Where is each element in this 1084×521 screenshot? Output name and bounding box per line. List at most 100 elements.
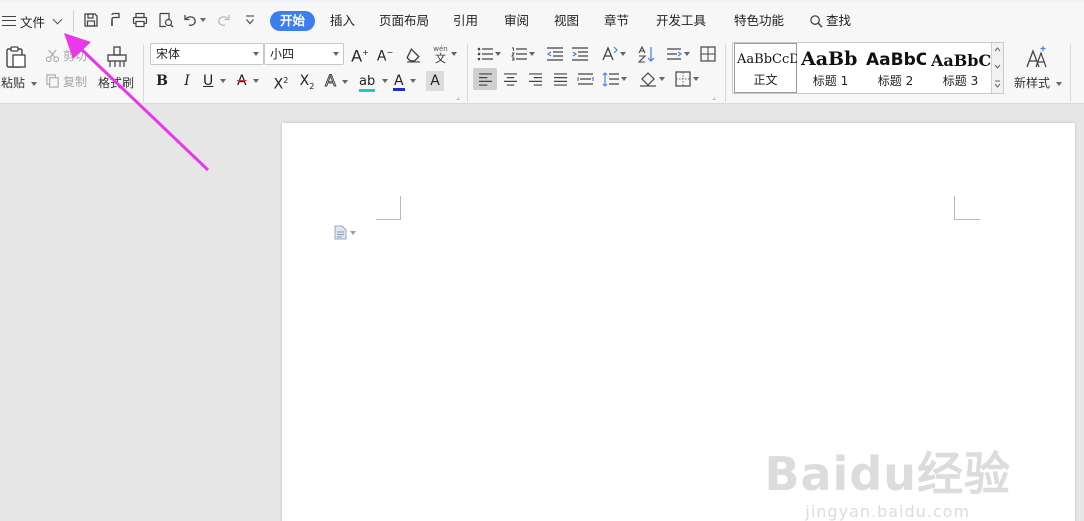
print-icon[interactable] xyxy=(131,11,149,29)
distributed-align-icon[interactable] xyxy=(575,68,595,90)
paragraph-dialog-launcher-icon[interactable]: ⌟ xyxy=(712,92,716,101)
style-preview: AaBbC xyxy=(931,51,991,70)
document-tag-icon xyxy=(334,225,347,240)
group-divider xyxy=(1070,44,1071,102)
superscript-button[interactable]: X2 xyxy=(271,71,291,93)
tab-page-layout[interactable]: 页面布局 xyxy=(379,11,429,31)
style-label: 标题 2 xyxy=(877,74,914,88)
font-dialog-launcher-icon[interactable]: ⌟ xyxy=(456,92,460,101)
menu-bar: 文件 开始 插入 页面布局 引用 审阅 视图 章节 开发工具 特色功能 查找 xyxy=(0,0,1084,40)
align-right-icon[interactable] xyxy=(525,68,545,90)
grow-font-button[interactable]: A+ xyxy=(351,43,369,66)
shading-dropdown-arrow xyxy=(659,77,665,81)
divider xyxy=(73,10,74,32)
file-menu-button[interactable]: 文件 xyxy=(2,9,63,33)
align-left-icon[interactable] xyxy=(473,68,497,90)
underline-glyph: U xyxy=(203,73,214,89)
font-color-dropdown-arrow xyxy=(410,79,417,83)
superscript-glyph: X xyxy=(273,76,284,93)
font-color-button[interactable]: A xyxy=(393,71,422,91)
style-heading-2[interactable]: AaBbC 标题 2 xyxy=(864,43,927,93)
paste-button[interactable]: 粘贴 xyxy=(1,74,37,91)
increase-indent-icon[interactable] xyxy=(571,44,589,64)
clear-format-icon[interactable] xyxy=(403,44,423,64)
font-size-value: 小四 xyxy=(270,47,295,61)
underline-button[interactable]: U xyxy=(203,71,231,91)
copy-label[interactable]: 复制 xyxy=(63,73,87,90)
file-menu-label: 文件 xyxy=(20,14,46,30)
tab-review[interactable]: 审阅 xyxy=(504,11,529,31)
tab-insert[interactable]: 插入 xyxy=(330,11,355,31)
format-painter-icon[interactable] xyxy=(104,44,130,70)
search-icon xyxy=(810,14,823,28)
shrink-font-glyph: A xyxy=(376,48,387,65)
print-preview-icon[interactable] xyxy=(157,11,175,29)
highlight-glyph: ab xyxy=(359,74,376,89)
shrink-font-button[interactable]: A− xyxy=(376,43,394,65)
character-shading-button[interactable]: A xyxy=(426,71,444,91)
style-heading-1[interactable]: AaBb 标题 1 xyxy=(799,43,862,93)
undo-button[interactable] xyxy=(182,11,210,29)
highlight-button[interactable]: ab xyxy=(359,71,389,92)
save-icon[interactable] xyxy=(82,11,100,29)
font-family-dropdown-arrow xyxy=(253,52,259,56)
tab-section[interactable]: 章节 xyxy=(604,11,629,31)
style-heading-3[interactable]: AaBbC 标题 3 xyxy=(929,43,992,93)
styles-scroll-buttons[interactable] xyxy=(991,43,1003,93)
chevron-down-icon xyxy=(52,14,63,24)
paragraph-tag-button[interactable] xyxy=(334,225,356,240)
text-effect-dropdown-arrow xyxy=(342,80,349,84)
phonetic-guide-button[interactable]: wén 文 xyxy=(430,43,460,65)
new-style-icon[interactable] xyxy=(1022,44,1052,70)
numbered-list-icon[interactable] xyxy=(509,44,537,64)
justify-icon[interactable] xyxy=(550,68,570,90)
style-label: 正文 xyxy=(753,73,778,87)
font-size-select[interactable]: 小四 xyxy=(264,43,344,65)
decrease-indent-icon[interactable] xyxy=(546,44,564,64)
shading-fill-icon[interactable] xyxy=(637,68,667,90)
align-center-icon[interactable] xyxy=(500,68,520,90)
grow-font-glyph: A xyxy=(351,46,363,66)
redo-icon[interactable] xyxy=(215,11,233,29)
underline-dropdown-arrow xyxy=(219,79,226,83)
table-grid-icon[interactable] xyxy=(698,44,718,64)
tab-special-features[interactable]: 特色功能 xyxy=(734,11,784,31)
tab-start[interactable]: 开始 xyxy=(270,11,316,31)
tab-references[interactable]: 引用 xyxy=(453,11,478,31)
copy-icon[interactable] xyxy=(44,72,60,88)
search-button[interactable]: 查找 xyxy=(809,11,851,31)
bold-button[interactable]: B xyxy=(153,71,171,91)
show-hide-marks-icon[interactable] xyxy=(664,44,692,64)
format-painter-label[interactable]: 格式刷 xyxy=(98,74,134,91)
bullet-list-icon[interactable] xyxy=(476,44,502,64)
watermark-url: jingyan.baidu.com xyxy=(805,502,971,521)
italic-button[interactable]: I xyxy=(178,71,196,91)
customize-quick-access-icon[interactable] xyxy=(241,11,259,29)
line-spacing-icon[interactable] xyxy=(600,68,628,90)
text-direction-icon[interactable] xyxy=(599,44,627,64)
highlight-dropdown-arrow xyxy=(381,79,388,83)
cut-label[interactable]: 剪切 xyxy=(63,47,87,64)
borders-icon[interactable] xyxy=(672,68,702,90)
cut-icon[interactable] xyxy=(44,47,60,63)
new-style-button[interactable]: 新样式 xyxy=(1014,74,1062,91)
style-normal[interactable]: AaBbCcDd 正文 xyxy=(734,43,797,93)
text-direction-dropdown-arrow xyxy=(620,52,626,56)
tag-dropdown-arrow xyxy=(350,230,356,235)
document-page[interactable]: Baidu经验 jingyan.baidu.com xyxy=(282,123,1075,521)
strikethrough-button[interactable]: A xyxy=(237,71,265,91)
font-family-select[interactable]: 宋体 xyxy=(150,43,264,65)
paste-icon[interactable] xyxy=(3,44,29,70)
top-right-margin-mark xyxy=(954,196,980,220)
format-painter-quick-icon[interactable] xyxy=(107,11,125,29)
styles-scroll-arrows-icon xyxy=(994,47,1001,88)
sort-icon[interactable] xyxy=(636,44,656,64)
subscript-button[interactable]: X2 xyxy=(297,71,317,91)
tab-view[interactable]: 视图 xyxy=(554,11,579,31)
style-label: 标题 1 xyxy=(812,74,849,88)
tab-developer[interactable]: 开发工具 xyxy=(656,11,706,31)
document-workspace: Baidu经验 jingyan.baidu.com xyxy=(0,105,1084,521)
text-effect-button[interactable]: A xyxy=(325,71,353,91)
watermark-title: Baidu经验 xyxy=(764,447,1011,501)
search-label: 查找 xyxy=(826,13,852,28)
